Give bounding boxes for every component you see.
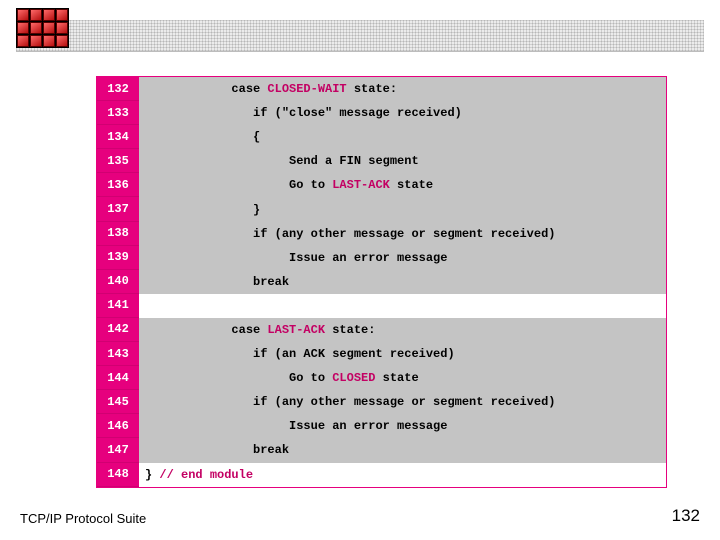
- state-keyword: LAST-ACK: [332, 178, 390, 192]
- code-line: if (an ACK segment received): [139, 342, 666, 366]
- code-line: if ("close" message received): [139, 101, 666, 125]
- code-row: 147 break: [97, 438, 666, 462]
- code-row: 143 if (an ACK segment received): [97, 342, 666, 366]
- line-number: 137: [97, 197, 139, 221]
- code-row: 133 if ("close" message received): [97, 101, 666, 125]
- code-text: [145, 299, 152, 313]
- line-number: 133: [97, 101, 139, 125]
- line-number: 142: [97, 318, 139, 342]
- code-line: {: [139, 125, 666, 149]
- line-number: 148: [97, 463, 139, 487]
- code-line: } // end module: [139, 463, 666, 487]
- code-line: case CLOSED-WAIT state:: [139, 77, 666, 101]
- code-text: if (any other message or segment receive…: [145, 227, 555, 241]
- code-line: Issue an error message: [139, 246, 666, 270]
- code-text: {: [145, 130, 260, 144]
- code-text: state:: [347, 82, 397, 96]
- code-line: case LAST-ACK state:: [139, 318, 666, 342]
- logo-grid-icon: [16, 8, 69, 48]
- state-keyword: CLOSED-WAIT: [267, 82, 346, 96]
- state-keyword: LAST-ACK: [267, 323, 325, 337]
- code-row: 132 case CLOSED-WAIT state:: [97, 77, 666, 101]
- code-text: state: [375, 371, 418, 385]
- code-line: Issue an error message: [139, 414, 666, 438]
- code-line: break: [139, 270, 666, 294]
- code-block: 132 case CLOSED-WAIT state:133 if ("clos…: [96, 76, 667, 488]
- footer-title: TCP/IP Protocol Suite: [20, 511, 146, 526]
- code-line: }: [139, 197, 666, 221]
- code-text: Go to: [145, 371, 332, 385]
- code-row: 141: [97, 294, 666, 318]
- line-number: 136: [97, 173, 139, 197]
- code-row: 148} // end module: [97, 463, 666, 487]
- state-keyword: CLOSED: [332, 371, 375, 385]
- slide-footer: TCP/IP Protocol Suite 132: [20, 506, 700, 526]
- line-number: 139: [97, 246, 139, 270]
- code-row: 140 break: [97, 270, 666, 294]
- code-text: if ("close" message received): [145, 106, 462, 120]
- code-text: Send a FIN segment: [145, 154, 419, 168]
- line-number: 143: [97, 342, 139, 366]
- header-dotted-band: [16, 20, 704, 52]
- code-text: if (an ACK segment received): [145, 347, 455, 361]
- line-number: 147: [97, 438, 139, 462]
- page-number: 132: [672, 506, 700, 526]
- code-row: 135 Send a FIN segment: [97, 149, 666, 173]
- code-line: if (any other message or segment receive…: [139, 390, 666, 414]
- code-row: 146 Issue an error message: [97, 414, 666, 438]
- code-text: }: [145, 468, 159, 482]
- code-text: Issue an error message: [145, 251, 447, 265]
- code-text: Issue an error message: [145, 419, 447, 433]
- code-text: if (any other message or segment receive…: [145, 395, 555, 409]
- line-number: 145: [97, 390, 139, 414]
- line-number: 141: [97, 294, 139, 318]
- code-text: }: [145, 203, 260, 217]
- code-row: 138 if (any other message or segment rec…: [97, 222, 666, 246]
- code-line: [139, 294, 666, 318]
- code-text: break: [145, 275, 289, 289]
- code-line: Send a FIN segment: [139, 149, 666, 173]
- code-row: 145 if (any other message or segment rec…: [97, 390, 666, 414]
- line-number: 134: [97, 125, 139, 149]
- code-line: Go to LAST-ACK state: [139, 173, 666, 197]
- code-line: Go to CLOSED state: [139, 366, 666, 390]
- code-row: 144 Go to CLOSED state: [97, 366, 666, 390]
- slide-header: [0, 0, 720, 64]
- code-line: break: [139, 438, 666, 462]
- code-text: Go to: [145, 178, 332, 192]
- code-text: case: [145, 323, 267, 337]
- state-keyword: // end module: [159, 468, 253, 482]
- code-text: break: [145, 443, 289, 457]
- line-number: 144: [97, 366, 139, 390]
- line-number: 135: [97, 149, 139, 173]
- code-row: 137 }: [97, 197, 666, 221]
- line-number: 146: [97, 414, 139, 438]
- code-row: 139 Issue an error message: [97, 246, 666, 270]
- line-number: 132: [97, 77, 139, 101]
- line-number: 140: [97, 270, 139, 294]
- line-number: 138: [97, 222, 139, 246]
- code-row: 142 case LAST-ACK state:: [97, 318, 666, 342]
- code-text: state: [390, 178, 433, 192]
- code-line: if (any other message or segment receive…: [139, 222, 666, 246]
- code-row: 134 {: [97, 125, 666, 149]
- code-row: 136 Go to LAST-ACK state: [97, 173, 666, 197]
- code-text: case: [145, 82, 267, 96]
- code-text: state:: [325, 323, 375, 337]
